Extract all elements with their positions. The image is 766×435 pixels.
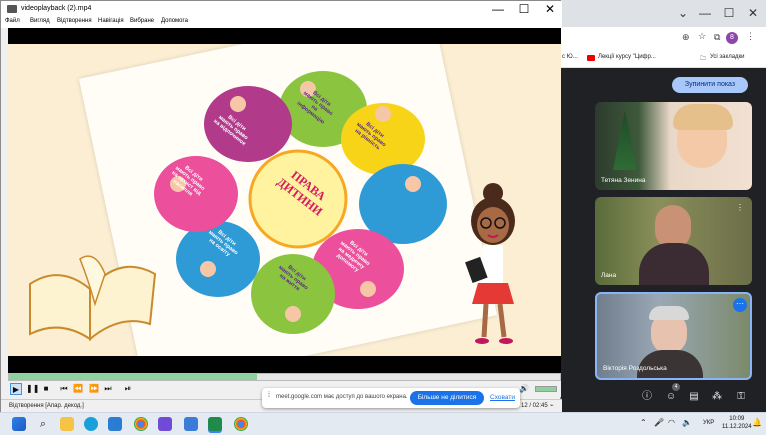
participant-name: Лана bbox=[601, 272, 617, 279]
tree-decoration bbox=[613, 110, 637, 170]
stop-icon[interactable]: ■ bbox=[40, 383, 52, 395]
media-player-window: videoplayback (2).mp4 — ☐ ✕ Файл Вигляд … bbox=[0, 0, 562, 413]
close-icon[interactable]: ✕ bbox=[744, 4, 762, 22]
video-frame: ПРАВА ДИТИНИ Всі діти мають право на інф… bbox=[8, 44, 561, 356]
drag-handle-icon[interactable]: ⁞ bbox=[268, 392, 270, 399]
chat-icon[interactable]: ▤ bbox=[687, 390, 701, 404]
next-icon[interactable]: ⏭ bbox=[102, 383, 114, 395]
hide-link[interactable]: Сховати bbox=[490, 394, 515, 401]
frame-step-icon[interactable]: ⏯ bbox=[122, 383, 134, 395]
status-icon: ⌁ bbox=[550, 403, 554, 409]
play-icon[interactable]: ▶ bbox=[10, 383, 22, 395]
taskbar-clock[interactable]: 10:09 11.12.2024 bbox=[722, 415, 752, 431]
teams-icon[interactable] bbox=[158, 417, 172, 431]
screen-share-notice: ⁞ meet.google.com має доступ до вашого е… bbox=[262, 388, 520, 408]
speaker-icon[interactable]: 🔈 bbox=[682, 418, 692, 427]
browser-tabstrip: ⌄ — ☐ ✕ bbox=[560, 0, 766, 27]
player-title-bar: videoplayback (2).mp4 — ☐ ✕ bbox=[1, 1, 562, 17]
menu-favorites[interactable]: Вибране bbox=[130, 18, 154, 24]
menu-playback[interactable]: Відтворення bbox=[57, 18, 92, 24]
seek-bar-fill bbox=[9, 374, 257, 380]
pause-icon[interactable]: ❚❚ bbox=[26, 383, 39, 395]
participant-body bbox=[639, 243, 709, 285]
file-explorer-icon[interactable] bbox=[60, 417, 74, 431]
minimize-icon[interactable]: — bbox=[696, 4, 714, 22]
bookmarks-folder-icon: 🗀 bbox=[700, 56, 707, 62]
store-icon[interactable] bbox=[108, 417, 122, 431]
fast-forward-icon[interactable]: ⏩ bbox=[88, 383, 100, 395]
info-icon[interactable]: ⓘ bbox=[640, 390, 654, 404]
stop-sharing-button[interactable]: Більше не ділитися bbox=[410, 391, 484, 405]
more-options-icon[interactable]: ⋮ bbox=[736, 203, 744, 212]
close-icon[interactable]: ✕ bbox=[541, 0, 559, 18]
player-title: videoplayback (2).mp4 bbox=[21, 5, 92, 12]
translate-icon[interactable]: ⊕ bbox=[682, 32, 690, 43]
bookmark-item[interactable]: с Ю... bbox=[562, 54, 578, 60]
bookmark-item[interactable]: Лекції курсу "Цифр... bbox=[598, 54, 656, 60]
rewind-icon[interactable]: ⏪ bbox=[72, 383, 84, 395]
participant-hair bbox=[649, 306, 689, 320]
menu-file[interactable]: Файл bbox=[5, 18, 20, 24]
participant-tile[interactable]: ⋮ Лана bbox=[595, 197, 752, 285]
youtube-icon bbox=[587, 55, 595, 61]
time-display: 12 / 02:45 bbox=[521, 403, 548, 409]
more-options-icon[interactable]: ⋯ bbox=[733, 298, 747, 312]
seek-bar[interactable] bbox=[8, 373, 561, 381]
tab-dropdown-icon[interactable]: ⌄ bbox=[674, 4, 692, 22]
bookmark-star-icon[interactable]: ☆ bbox=[698, 31, 706, 42]
participant-name: Вікторія Роздольська bbox=[603, 365, 667, 372]
participant-name: Тетяна Зенина bbox=[601, 177, 646, 184]
maximize-icon[interactable]: ☐ bbox=[720, 4, 738, 22]
participant-hair bbox=[673, 104, 733, 130]
share-notice-text: meet.google.com має доступ до вашого екр… bbox=[276, 394, 408, 400]
app-icon[interactable] bbox=[184, 417, 198, 431]
profile-avatar[interactable]: 8 bbox=[726, 32, 738, 44]
tray-arrow-icon[interactable]: ⌃ bbox=[640, 418, 647, 427]
menu-help[interactable]: Допомога bbox=[161, 18, 188, 24]
player-menu-bar: Файл Вигляд Відтворення Навігація Вибран… bbox=[1, 17, 562, 28]
chrome-icon[interactable] bbox=[234, 417, 248, 431]
menu-navigation[interactable]: Навігація bbox=[98, 18, 124, 24]
participant-tile[interactable]: Тетяна Зенина bbox=[595, 102, 752, 190]
menu-view[interactable]: Вигляд bbox=[30, 18, 50, 24]
extensions-icon[interactable]: ⧉ bbox=[714, 32, 720, 43]
clock-time: 10:09 bbox=[729, 416, 745, 422]
screen: ⌄ — ☐ ✕ ⊕ ☆ ⧉ 8 ⋮ с Ю... Лекції курсу "Ц… bbox=[0, 0, 766, 435]
host-controls-icon[interactable]: ⚿ bbox=[734, 390, 748, 404]
previous-icon[interactable]: ⏮ bbox=[58, 383, 70, 395]
maximize-icon[interactable]: ☐ bbox=[515, 0, 533, 18]
book-illustration bbox=[29, 255, 157, 342]
activities-icon[interactable]: ⁂ bbox=[710, 390, 724, 404]
taskbar: ⌕ ⌃ 🎤 ◠ 🔈 УКР 10:09 11.12.2024 🔔 bbox=[0, 412, 766, 435]
chrome-icon[interactable] bbox=[134, 417, 148, 431]
microphone-icon[interactable]: 🎤 bbox=[654, 418, 664, 427]
browser-toolbar: ⊕ ☆ ⧉ 8 ⋮ bbox=[560, 27, 766, 51]
media-player-taskbar-icon[interactable] bbox=[208, 417, 222, 431]
clock-date: 11.12.2024 bbox=[722, 424, 752, 430]
windows-start-icon[interactable] bbox=[12, 417, 26, 431]
bookmarks-bar: с Ю... Лекції курсу "Цифр... 🗀 Усі закла… bbox=[560, 51, 766, 68]
volume-slider[interactable] bbox=[535, 386, 557, 392]
menu-kebab-icon[interactable]: ⋮ bbox=[746, 31, 755, 42]
people-icon[interactable]: ☺ bbox=[664, 390, 678, 404]
teacher-illustration bbox=[465, 183, 515, 344]
search-icon[interactable]: ⌕ bbox=[36, 417, 50, 431]
notifications-icon[interactable]: 🔔 bbox=[752, 418, 762, 427]
meet-controls: ⓘ ☺ 4 ▤ ⁂ ⚿ bbox=[560, 383, 766, 412]
language-indicator[interactable]: УКР bbox=[703, 420, 714, 426]
edge-icon[interactable] bbox=[84, 417, 98, 431]
participants-count-badge: 4 bbox=[672, 383, 680, 391]
minimize-icon[interactable]: — bbox=[489, 0, 507, 18]
participant-tile-active[interactable]: ⋯ Вікторія Роздольська bbox=[595, 292, 752, 380]
all-bookmarks[interactable]: Усі закладки bbox=[710, 54, 745, 60]
stop-presenting-button[interactable]: Зупинити показ bbox=[672, 77, 748, 93]
player-app-icon bbox=[7, 5, 17, 13]
status-text: Відтворення [Апар. декод.] bbox=[9, 403, 84, 409]
wifi-icon[interactable]: ◠ bbox=[668, 418, 675, 427]
